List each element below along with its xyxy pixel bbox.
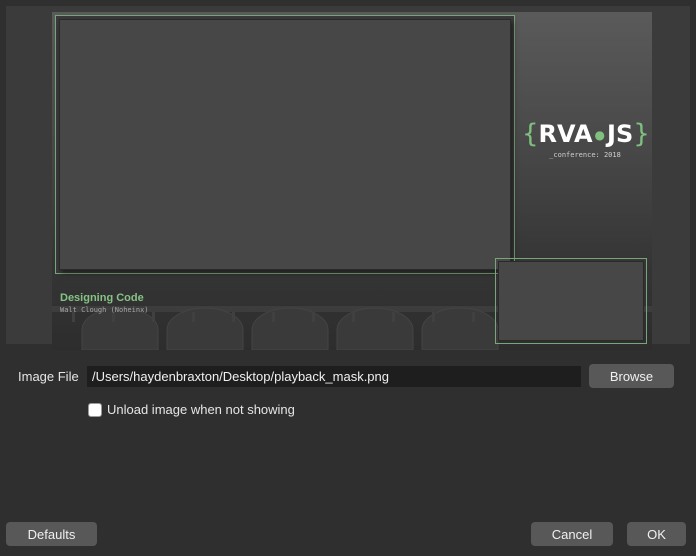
cancel-button[interactable]: Cancel (531, 522, 613, 546)
image-preview: {RVA ●JS} _conference: 2018 Designing Co… (52, 12, 652, 350)
logo-word-rva: RVA (538, 120, 593, 148)
camera-pip-placeholder (498, 261, 644, 341)
logo-dot-icon: ● (594, 128, 606, 142)
image-file-label: Image File (18, 369, 79, 384)
unload-image-label[interactable]: Unload image when not showing (107, 402, 295, 417)
browse-button[interactable]: Browse (589, 364, 674, 388)
conference-subtitle: _conference: 2018 (549, 151, 621, 159)
conference-logo-text: {RVA ●JS} (522, 119, 650, 149)
logo-right-brace: } (633, 119, 650, 149)
camera-pip-frame (495, 258, 647, 344)
conference-logo: {RVA ●JS} _conference: 2018 (522, 119, 650, 159)
logo-word-js: JS (607, 120, 634, 148)
main-video-frame (55, 15, 515, 274)
preview-area: {RVA ●JS} _conference: 2018 Designing Co… (6, 6, 690, 350)
ok-button[interactable]: OK (627, 522, 686, 546)
main-video-placeholder (59, 19, 511, 270)
image-mask-properties-dialog: {RVA ●JS} _conference: 2018 Designing Co… (0, 0, 696, 556)
image-file-path-field[interactable]: /Users/haydenbraxton/Desktop/playback_ma… (87, 366, 581, 387)
logo-left-brace: { (522, 119, 539, 149)
unload-image-option[interactable]: Unload image when not showing (88, 401, 295, 418)
defaults-button[interactable]: Defaults (6, 522, 97, 546)
talk-speaker: Walt Clough (Noheinx) (60, 306, 149, 314)
talk-title: Designing Code (60, 292, 144, 304)
unload-image-checkbox[interactable] (88, 402, 102, 417)
